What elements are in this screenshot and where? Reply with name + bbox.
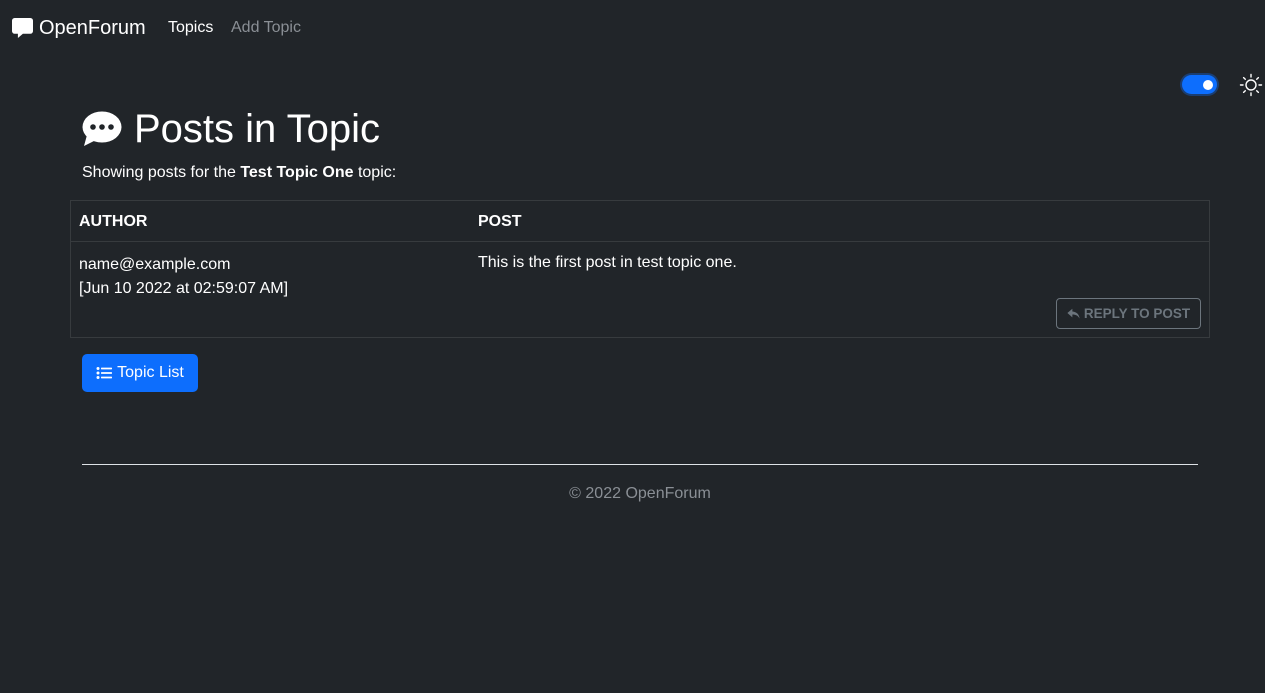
reply-arrow-icon bbox=[1067, 308, 1084, 320]
topic-list-button[interactable]: Topic List bbox=[82, 354, 198, 392]
chat-dots-icon bbox=[82, 111, 122, 147]
column-header-author: AUTHOR bbox=[79, 213, 148, 230]
topic-name: Test Topic One bbox=[240, 164, 354, 181]
page-title: Posts in Topic bbox=[134, 107, 381, 151]
column-header-post: POST bbox=[478, 213, 522, 230]
reply-button-label: REPLY TO POST bbox=[1083, 306, 1191, 321]
brand-name: OpenForum bbox=[39, 17, 146, 39]
author-email: name@example.com bbox=[79, 256, 231, 273]
subtitle-suffix: topic: bbox=[353, 164, 397, 181]
reply-to-post-button[interactable]: REPLY TO POST bbox=[1056, 298, 1201, 329]
page-header: Posts in Topic bbox=[82, 106, 380, 152]
navbar: OpenForum Topics Add Topic bbox=[0, 0, 1265, 56]
table-header: AUTHOR POST bbox=[71, 201, 1209, 242]
nav-link-add-topic[interactable]: Add Topic bbox=[231, 18, 301, 38]
topic-list-label: Topic List bbox=[117, 364, 184, 381]
page-subtitle: Showing posts for the Test Topic One top… bbox=[82, 163, 396, 183]
subtitle-prefix: Showing posts for the bbox=[82, 164, 241, 181]
footer-divider bbox=[82, 464, 1198, 465]
list-icon bbox=[96, 366, 117, 380]
sun-icon bbox=[1239, 73, 1263, 97]
footer-copyright: © 2022 OpenForum bbox=[569, 485, 711, 502]
posts-table: AUTHOR POST name@example.com [Jun 10 202… bbox=[70, 200, 1210, 338]
author-cell: name@example.com [Jun 10 2022 at 02:59:0… bbox=[79, 253, 288, 301]
theme-toggle-switch[interactable] bbox=[1182, 75, 1217, 94]
post-body: This is the first post in test topic one… bbox=[478, 254, 737, 271]
chat-square-icon bbox=[12, 17, 33, 39]
post-timestamp: [Jun 10 2022 at 02:59:07 AM] bbox=[79, 280, 289, 297]
brand-link[interactable]: OpenForum bbox=[12, 16, 146, 40]
nav-link-topics[interactable]: Topics bbox=[168, 18, 213, 38]
toggle-knob bbox=[1203, 79, 1213, 90]
